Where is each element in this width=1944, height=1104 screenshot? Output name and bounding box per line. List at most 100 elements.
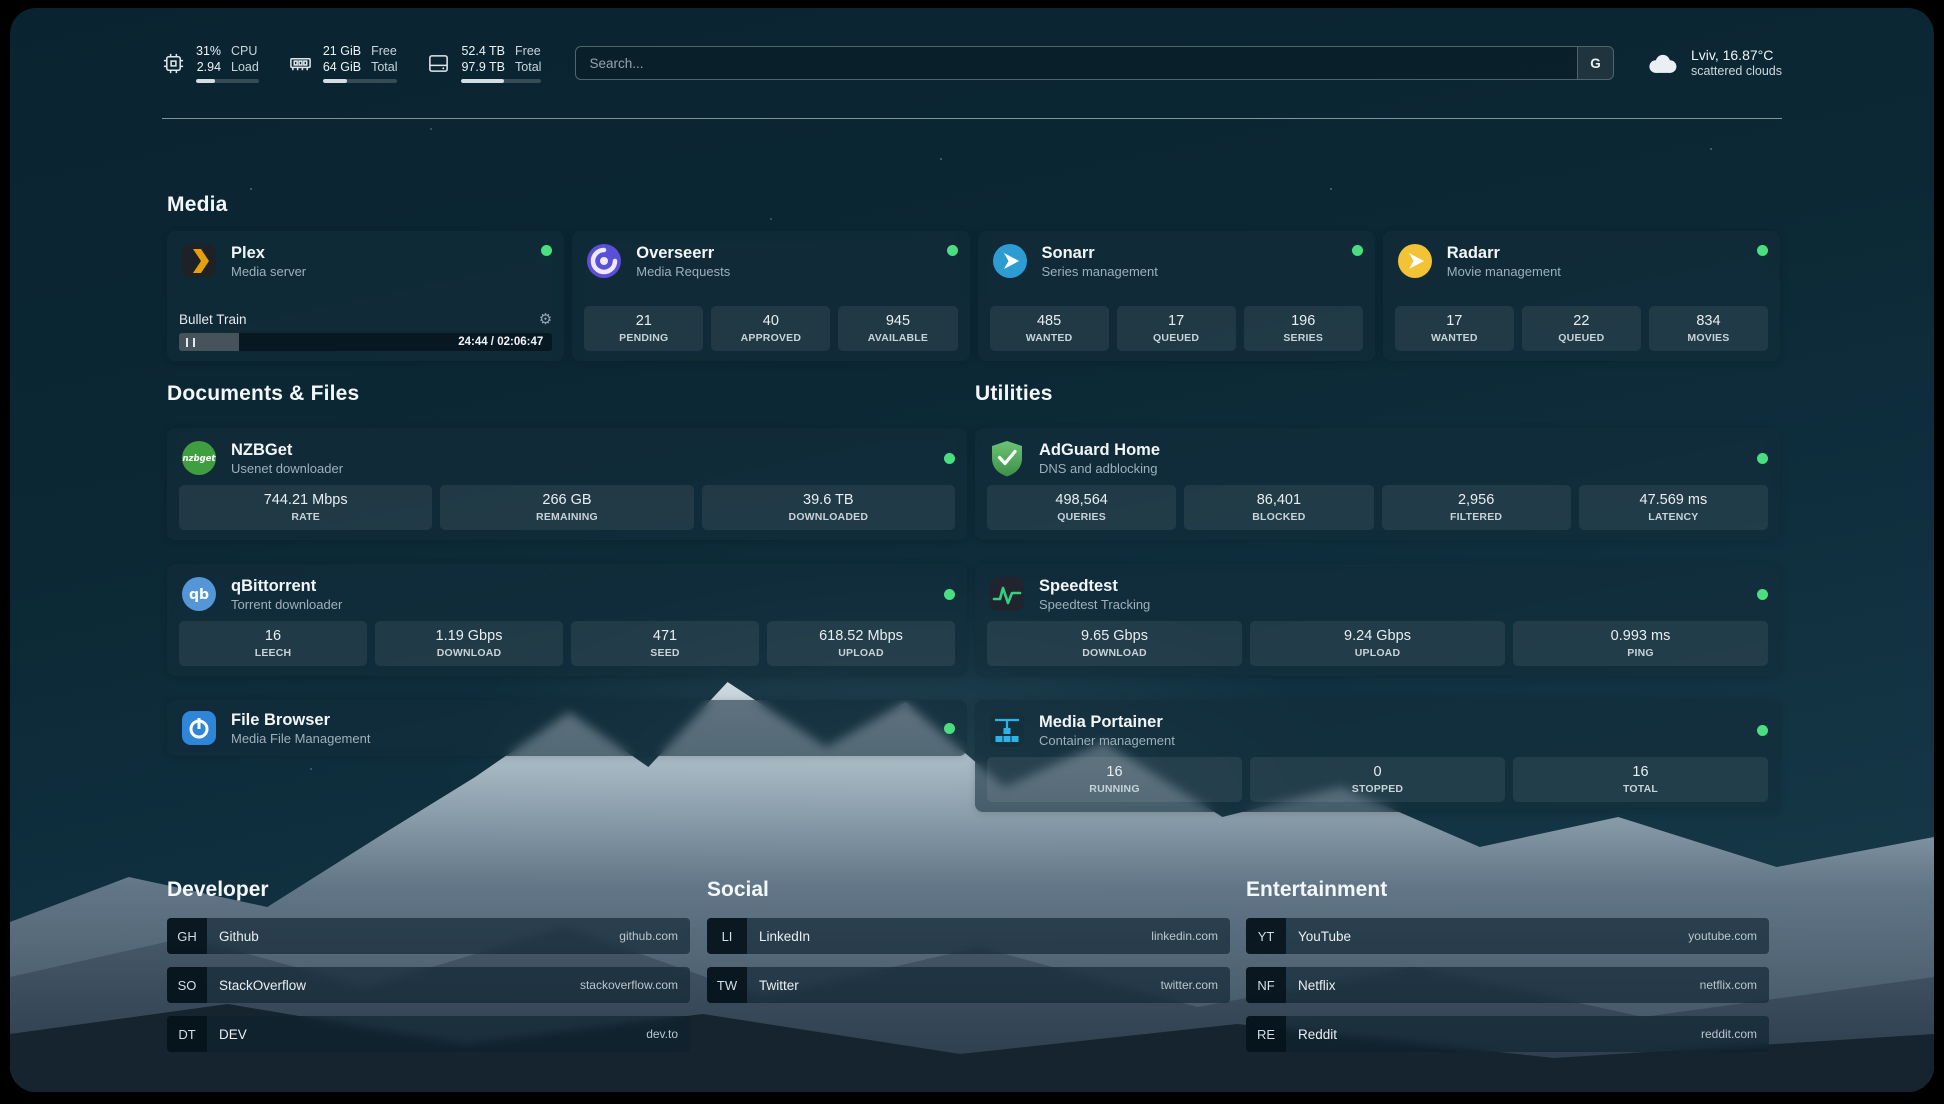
bookmark-stackoverflow[interactable]: SO StackOverflow stackoverflow.com bbox=[167, 967, 690, 1003]
disk-label-2: Total bbox=[515, 59, 541, 75]
portainer-icon bbox=[987, 710, 1027, 750]
bookmark-name: DEV bbox=[219, 1027, 247, 1042]
dashboard-window: 31% CPU 2.94 Load bbox=[10, 8, 1934, 1092]
stat-series: 196SERIES bbox=[1244, 306, 1363, 351]
card-title: NZBGet bbox=[231, 440, 932, 460]
memory-label-1: Free bbox=[371, 43, 397, 59]
bookmark-abbr: NF bbox=[1246, 967, 1286, 1003]
media-cards-row: Plex Media server Bullet Train ⚙ 24:44 /… bbox=[167, 231, 1780, 361]
stat-wanted: 485WANTED bbox=[990, 306, 1109, 351]
bookmark-netflix[interactable]: NF Netflix netflix.com bbox=[1246, 967, 1769, 1003]
bookmark-reddit[interactable]: RE Reddit reddit.com bbox=[1246, 1016, 1769, 1052]
overseerr-icon bbox=[584, 241, 624, 281]
bookmarks-title: Developer bbox=[167, 877, 690, 903]
disk-label-1: Free bbox=[515, 43, 541, 59]
stat-leech: 16LEECH bbox=[179, 621, 367, 666]
stat-download: 9.65 GbpsDOWNLOAD bbox=[987, 621, 1242, 666]
card-title: Media Portainer bbox=[1039, 712, 1745, 732]
card-radarr[interactable]: Radarr Movie management 17WANTED 22QUEUE… bbox=[1383, 231, 1780, 361]
card-speedtest[interactable]: Speedtest Speedtest Tracking 9.65 GbpsDO… bbox=[975, 564, 1780, 676]
plex-progress-bar[interactable]: 24:44 / 02:06:47 bbox=[179, 333, 552, 351]
cpu-progress-fill bbox=[196, 79, 215, 83]
cpu-percent: 31% bbox=[196, 43, 221, 59]
card-subtitle: Series management bbox=[1042, 264, 1340, 280]
bookmark-name: StackOverflow bbox=[219, 978, 306, 993]
bookmark-url: dev.to bbox=[646, 1027, 678, 1041]
bookmark-name: Netflix bbox=[1298, 978, 1336, 993]
system-widgets: 31% CPU 2.94 Load bbox=[162, 43, 541, 83]
bookmark-abbr: GH bbox=[167, 918, 207, 954]
stat-movies: 834MOVIES bbox=[1649, 306, 1768, 351]
card-sonarr[interactable]: Sonarr Series management 485WANTED 17QUE… bbox=[978, 231, 1375, 361]
card-subtitle: Container management bbox=[1039, 733, 1745, 749]
adguard-icon bbox=[987, 438, 1027, 478]
bookmarks-title: Social bbox=[707, 877, 1230, 903]
bookmark-twitter[interactable]: TW Twitter twitter.com bbox=[707, 967, 1230, 1003]
stat-seed: 471SEED bbox=[571, 621, 759, 666]
bookmark-name: LinkedIn bbox=[759, 929, 810, 944]
card-nzbget[interactable]: nzbget NZBGet Usenet downloader 744.21 M… bbox=[167, 428, 967, 540]
disk-icon bbox=[427, 52, 450, 75]
memory-label-2: Total bbox=[371, 59, 397, 75]
card-title: File Browser bbox=[231, 710, 932, 730]
bookmarks-title: Entertainment bbox=[1246, 877, 1769, 903]
card-title: AdGuard Home bbox=[1039, 440, 1745, 460]
stat-upload: 9.24 GbpsUPLOAD bbox=[1250, 621, 1505, 666]
cpu-load: 2.94 bbox=[196, 59, 221, 75]
status-dot bbox=[944, 589, 955, 600]
sonarr-icon bbox=[990, 241, 1030, 281]
card-plex[interactable]: Plex Media server Bullet Train ⚙ 24:44 /… bbox=[167, 231, 564, 361]
card-title: Sonarr bbox=[1042, 243, 1340, 263]
bookmark-abbr: TW bbox=[707, 967, 747, 1003]
disk-progress-track bbox=[461, 79, 541, 83]
weather-location-temp: Lviv, 16.87°C bbox=[1691, 47, 1782, 64]
card-portainer[interactable]: Media Portainer Container management 16R… bbox=[975, 700, 1780, 812]
stat-queued: 17QUEUED bbox=[1117, 306, 1236, 351]
bookmark-name: Twitter bbox=[759, 978, 799, 993]
section-title-utilities: Utilities bbox=[975, 381, 1053, 407]
card-subtitle: DNS and adblocking bbox=[1039, 461, 1745, 477]
card-adguard[interactable]: AdGuard Home DNS and adblocking 498,564Q… bbox=[975, 428, 1780, 540]
card-qbittorrent[interactable]: qb qBittorrent Torrent downloader 16LEEC… bbox=[167, 564, 967, 676]
bookmark-url: netflix.com bbox=[1700, 978, 1757, 992]
card-subtitle: Usenet downloader bbox=[231, 461, 932, 477]
bookmark-url: github.com bbox=[619, 929, 678, 943]
bookmarks-entertainment: Entertainment YT YouTube youtube.com NF … bbox=[1246, 877, 1769, 1052]
bookmark-dev[interactable]: DT DEV dev.to bbox=[167, 1016, 690, 1052]
disk-progress-fill bbox=[461, 79, 503, 83]
bookmark-github[interactable]: GH Github github.com bbox=[167, 918, 690, 954]
bookmark-abbr: DT bbox=[167, 1016, 207, 1052]
bookmark-name: Github bbox=[219, 929, 259, 944]
svg-text:qb: qb bbox=[189, 587, 209, 603]
settings-gear-icon[interactable]: ⚙ bbox=[539, 312, 552, 327]
status-dot bbox=[541, 245, 552, 256]
card-title: qBittorrent bbox=[231, 576, 932, 596]
bookmark-linkedin[interactable]: LI LinkedIn linkedin.com bbox=[707, 918, 1230, 954]
search-bar[interactable]: G bbox=[575, 46, 1614, 80]
stat-ping: 0.993 msPING bbox=[1513, 621, 1768, 666]
memory-free: 21 GiB bbox=[323, 43, 361, 59]
section-title-documents: Documents & Files bbox=[167, 381, 359, 407]
bookmark-youtube[interactable]: YT YouTube youtube.com bbox=[1246, 918, 1769, 954]
cpu-icon bbox=[162, 52, 185, 75]
stat-stopped: 0STOPPED bbox=[1250, 757, 1505, 802]
plex-now-playing: Bullet Train bbox=[179, 312, 247, 327]
card-title: Radarr bbox=[1447, 243, 1745, 263]
status-dot bbox=[1757, 245, 1768, 256]
memory-widget: 21 GiB Free 64 GiB Total bbox=[289, 43, 398, 83]
disk-total: 97.9 TB bbox=[461, 59, 505, 75]
bookmark-abbr: SO bbox=[167, 967, 207, 1003]
snow-specks bbox=[10, 8, 12, 10]
stat-rate: 744.21 MbpsRATE bbox=[179, 485, 432, 530]
card-subtitle: Media File Management bbox=[231, 731, 932, 747]
plex-playback-time: 24:44 / 02:06:47 bbox=[458, 336, 543, 348]
card-overseerr[interactable]: Overseerr Media Requests 21PENDING 40APP… bbox=[572, 231, 969, 361]
card-title: Speedtest bbox=[1039, 576, 1745, 596]
cpu-widget: 31% CPU 2.94 Load bbox=[162, 43, 259, 83]
search-input[interactable] bbox=[576, 47, 1577, 79]
stat-total: 16TOTAL bbox=[1513, 757, 1768, 802]
pause-icon[interactable] bbox=[186, 338, 195, 347]
search-provider-button[interactable]: G bbox=[1577, 47, 1613, 79]
svg-text:nzbget: nzbget bbox=[183, 454, 217, 464]
card-filebrowser[interactable]: File Browser Media File Management bbox=[167, 700, 967, 756]
